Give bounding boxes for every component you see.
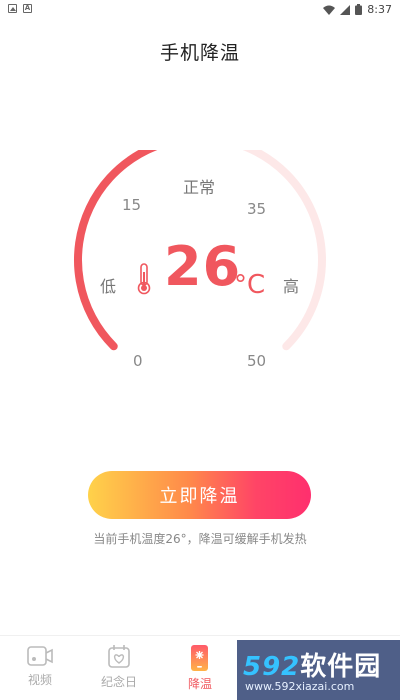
battery-icon xyxy=(355,4,363,15)
nav-item-video[interactable]: 视频 xyxy=(10,644,70,688)
nav-label-anniversary: 纪念日 xyxy=(100,675,137,689)
notification-icons: A xyxy=(8,4,32,13)
gauge-tick-35: 35 xyxy=(247,200,267,218)
temperature-unit: °C xyxy=(234,270,266,300)
cool-now-button[interactable]: 立即降温 xyxy=(88,471,311,519)
temperature-value: 26 xyxy=(164,235,242,298)
nav-item-anniversary[interactable]: 纪念日 xyxy=(89,644,149,690)
calendar-heart-icon xyxy=(108,645,130,668)
app-notification-icon: A xyxy=(23,4,32,13)
gauge-high-label: 高 xyxy=(283,277,300,296)
temperature-hint: 当前手机温度26°，降温可缓解手机发热 xyxy=(93,532,307,546)
nav-label-cooling: 降温 xyxy=(187,677,212,691)
image-notification-icon xyxy=(8,4,17,13)
signal-icon xyxy=(340,4,351,15)
site-watermark: 592软件园 www.592xiazai.com xyxy=(237,640,400,700)
nav-label-video: 视频 xyxy=(27,673,52,687)
gauge-tick-0: 0 xyxy=(133,352,143,370)
status-bar: A 8:37 xyxy=(0,0,400,20)
wifi-icon xyxy=(323,5,336,15)
watermark-url: www.592xiazai.com xyxy=(245,680,355,693)
gauge-tick-50: 50 xyxy=(247,352,267,370)
video-icon xyxy=(27,646,53,666)
gauge-tick-15: 15 xyxy=(122,196,142,214)
watermark-logo: 592软件园 xyxy=(243,652,382,682)
page-title: 手机降温 xyxy=(159,42,240,64)
gauge-low-label: 低 xyxy=(100,277,117,296)
gauge-status-label: 正常 xyxy=(183,178,216,197)
nav-item-cooling[interactable]: 降温 xyxy=(170,644,230,692)
thermometer-icon xyxy=(137,263,151,295)
status-right: 8:37 xyxy=(323,3,392,16)
clock: 8:37 xyxy=(367,3,392,16)
phone-cool-icon xyxy=(191,645,208,671)
